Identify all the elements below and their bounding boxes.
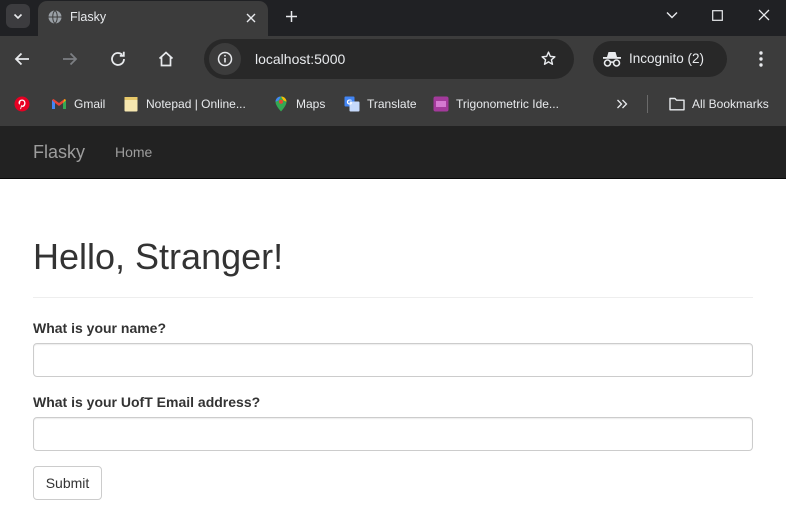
forward-button[interactable]: [56, 45, 84, 73]
browser-menu-button[interactable]: [748, 45, 774, 73]
name-label: What is your name?: [33, 320, 167, 336]
reload-button[interactable]: [104, 45, 132, 73]
chevron-down-icon: [13, 13, 23, 20]
incognito-icon: [603, 52, 621, 67]
home-icon: [158, 51, 174, 67]
bookmarks-bar: Gmail Notepad | Online... Maps G Transla…: [0, 82, 786, 126]
pinterest-icon: [14, 96, 30, 112]
folder-icon: [669, 96, 685, 112]
url-text[interactable]: localhost:5000: [255, 51, 345, 67]
maps-icon: [273, 96, 289, 112]
active-tab[interactable]: Flasky: [38, 1, 268, 36]
bookmark-maps[interactable]: Maps: [273, 95, 325, 113]
gmail-icon: [51, 96, 67, 112]
bookmark-translate[interactable]: G Translate: [344, 95, 417, 113]
email-label: What is your UofT Email address?: [33, 394, 261, 410]
info-icon: [217, 51, 233, 67]
name-input[interactable]: [33, 343, 753, 377]
notepad-icon: [123, 96, 139, 112]
bookmark-label: Translate: [367, 97, 417, 111]
page-heading: Hello, Stranger!: [33, 236, 284, 277]
site-info-button[interactable]: [209, 43, 241, 75]
translate-icon: G: [344, 96, 360, 112]
close-icon: [758, 9, 770, 21]
bookmark-label: Gmail: [74, 97, 106, 111]
bookmarks-overflow-button[interactable]: [614, 95, 637, 113]
all-bookmarks-label: All Bookmarks: [692, 97, 769, 111]
globe-icon: [48, 10, 62, 24]
address-bar[interactable]: localhost:5000: [204, 39, 574, 79]
tab-title: Flasky: [70, 10, 107, 24]
arrow-left-icon: [14, 52, 29, 66]
bookmark-trig[interactable]: Trigonometric Ide...: [433, 95, 559, 113]
heading-divider: [33, 297, 753, 298]
star-icon: [541, 51, 556, 66]
maximize-icon: [711, 9, 723, 21]
browser-toolbar: localhost:5000 Incognito (2): [0, 36, 786, 82]
back-button[interactable]: [8, 45, 36, 73]
plus-icon: [285, 10, 297, 22]
all-bookmarks-button[interactable]: All Bookmarks: [669, 95, 769, 113]
close-icon: [246, 13, 256, 23]
email-input[interactable]: [33, 417, 753, 451]
arrow-right-icon: [63, 52, 78, 66]
svg-text:G: G: [347, 99, 353, 107]
incognito-chip[interactable]: Incognito (2): [593, 41, 727, 77]
bookmark-pinterest[interactable]: [14, 95, 37, 113]
bookmark-gmail[interactable]: Gmail: [51, 95, 105, 113]
bookmark-label: Trigonometric Ide...: [456, 97, 559, 111]
bookmark-star-button[interactable]: [540, 50, 557, 72]
double-chevron-right-icon: [614, 96, 630, 112]
bookmark-notepad[interactable]: Notepad | Online...: [123, 95, 246, 113]
window-maximize-button[interactable]: [705, 4, 729, 26]
tab-strip: Flasky: [0, 0, 786, 36]
chevron-down-icon: [666, 12, 678, 19]
incognito-label: Incognito (2): [629, 51, 705, 66]
more-vert-icon: [759, 51, 763, 67]
tab-search-button[interactable]: [6, 4, 30, 28]
navbar-brand[interactable]: Flasky: [33, 142, 85, 163]
bookmarks-divider: [647, 95, 648, 113]
new-tab-button[interactable]: [280, 5, 302, 27]
submit-button[interactable]: Submit: [33, 466, 102, 500]
reload-icon: [111, 51, 125, 66]
trig-icon: [433, 96, 449, 112]
window-close-button[interactable]: [752, 4, 776, 26]
site-navbar: Flasky Home: [0, 126, 786, 179]
tab-close-button[interactable]: [242, 9, 260, 27]
window-collapse-button[interactable]: [660, 4, 684, 26]
bookmark-label: Maps: [296, 97, 326, 111]
nav-link-home[interactable]: Home: [115, 144, 152, 160]
bookmark-label: Notepad | Online...: [146, 97, 246, 111]
home-button[interactable]: [152, 45, 180, 73]
